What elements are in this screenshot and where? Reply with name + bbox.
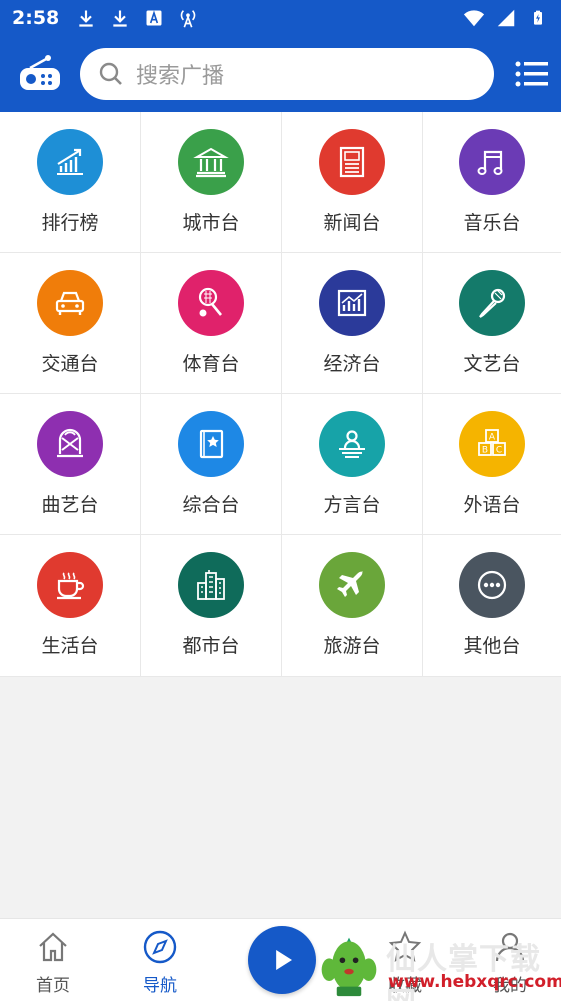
home-icon bbox=[39, 932, 67, 962]
play-icon bbox=[276, 950, 292, 970]
category-icon-circle bbox=[319, 129, 385, 195]
notification-icons bbox=[75, 7, 199, 29]
category-label: 其他台 bbox=[463, 635, 521, 657]
category-label: 旅游台 bbox=[323, 635, 381, 657]
category-label: 都市台 bbox=[182, 635, 240, 657]
radio-logo-icon[interactable] bbox=[18, 54, 62, 94]
wifi-icon bbox=[463, 7, 485, 29]
category-arts[interactable]: 文艺台 bbox=[423, 253, 561, 394]
book-star-icon bbox=[199, 429, 224, 459]
category-label: 城市台 bbox=[182, 212, 240, 234]
city-building-icon bbox=[193, 147, 229, 178]
category-opera[interactable]: 曲艺台 bbox=[0, 394, 141, 535]
status-bar: 2:58 bbox=[0, 0, 561, 36]
ranking-icon bbox=[57, 148, 83, 175]
category-label: 曲艺台 bbox=[41, 494, 99, 516]
category-icon-circle bbox=[319, 270, 385, 336]
category-label: 综合台 bbox=[182, 494, 240, 516]
svg-text:B: B bbox=[482, 446, 488, 456]
broadcast-tower-icon bbox=[177, 7, 199, 29]
play-button[interactable] bbox=[248, 926, 316, 994]
category-label: 经济台 bbox=[323, 353, 381, 375]
economy-chart-icon bbox=[337, 289, 367, 317]
category-icon-circle bbox=[459, 129, 525, 195]
cactus-logo-icon bbox=[321, 937, 377, 997]
category-sports[interactable]: 体育台 bbox=[141, 253, 282, 394]
category-label: 文艺台 bbox=[463, 353, 521, 375]
car-icon bbox=[55, 291, 85, 315]
category-icon-circle bbox=[178, 270, 244, 336]
compass-icon bbox=[143, 930, 177, 964]
category-life[interactable]: 生活台 bbox=[0, 535, 141, 677]
category-general[interactable]: 综合台 bbox=[141, 394, 282, 535]
svg-text:C: C bbox=[496, 446, 502, 456]
category-grid: 排行榜 城市台 新闻台 音乐台 交通台 体育台 经济台 文艺台 曲艺台 综合台 … bbox=[0, 112, 561, 677]
nav-navigation[interactable]: 导航 bbox=[125, 929, 195, 996]
search-input[interactable]: 搜索广播 bbox=[80, 48, 494, 100]
category-icon-circle bbox=[178, 129, 244, 195]
site-watermark: 仙人掌下载网 www.hebxqrc.com bbox=[312, 930, 561, 1001]
app-header: 搜索广播 bbox=[0, 36, 561, 112]
category-icon-circle bbox=[37, 129, 103, 195]
category-label: 方言台 bbox=[323, 494, 381, 516]
category-icon-circle bbox=[459, 270, 525, 336]
category-icon-circle bbox=[178, 552, 244, 618]
category-ranking[interactable]: 排行榜 bbox=[0, 112, 141, 253]
coffee-cup-icon bbox=[57, 572, 85, 600]
search-icon bbox=[98, 61, 124, 87]
category-label: 新闻台 bbox=[323, 212, 381, 234]
category-label: 排行榜 bbox=[41, 212, 99, 234]
status-time: 2:58 bbox=[12, 7, 60, 29]
nav-home[interactable]: 首页 bbox=[18, 929, 88, 996]
music-note-icon bbox=[477, 150, 503, 175]
category-icon-circle: ABC bbox=[459, 411, 525, 477]
category-icon-circle bbox=[178, 411, 244, 477]
category-urban[interactable]: 都市台 bbox=[141, 535, 282, 677]
skyscraper-icon bbox=[197, 570, 225, 600]
download-icon bbox=[75, 7, 97, 29]
category-travel[interactable]: 旅游台 bbox=[282, 535, 423, 677]
abc-blocks-icon: AB C bbox=[478, 429, 506, 456]
category-music[interactable]: 音乐台 bbox=[423, 112, 561, 253]
menu-list-icon[interactable] bbox=[515, 59, 549, 89]
battery-charging-icon bbox=[527, 7, 549, 29]
category-icon-circle bbox=[37, 411, 103, 477]
cellular-signal-icon bbox=[495, 7, 517, 29]
nav-navigation-label: 导航 bbox=[143, 976, 177, 996]
download-icon bbox=[109, 7, 131, 29]
category-traffic[interactable]: 交通台 bbox=[0, 253, 141, 394]
category-icon-circle bbox=[319, 552, 385, 618]
svg-text:A: A bbox=[489, 433, 496, 443]
category-icon-circle bbox=[459, 552, 525, 618]
category-icon-circle bbox=[37, 270, 103, 336]
microphone-icon bbox=[479, 288, 506, 318]
newspaper-icon bbox=[339, 146, 365, 178]
category-icon-circle bbox=[37, 552, 103, 618]
more-dots-icon bbox=[477, 570, 507, 600]
category-label: 生活台 bbox=[41, 635, 99, 657]
watermark-url: www.hebxqrc.com bbox=[388, 972, 561, 992]
category-label: 体育台 bbox=[182, 353, 240, 375]
category-icon-circle bbox=[319, 411, 385, 477]
category-dialect[interactable]: 方言台 bbox=[282, 394, 423, 535]
category-label: 外语台 bbox=[463, 494, 521, 516]
category-foreign-language[interactable]: ABC 外语台 bbox=[423, 394, 561, 535]
category-news[interactable]: 新闻台 bbox=[282, 112, 423, 253]
category-economy[interactable]: 经济台 bbox=[282, 253, 423, 394]
nav-home-label: 首页 bbox=[36, 976, 70, 996]
speaker-podium-icon bbox=[339, 430, 365, 458]
search-placeholder: 搜索广播 bbox=[136, 64, 225, 89]
airplane-icon bbox=[337, 571, 363, 597]
category-label: 交通台 bbox=[41, 353, 99, 375]
category-other[interactable]: 其他台 bbox=[423, 535, 561, 677]
racket-ball-icon bbox=[198, 287, 223, 317]
opera-mask-icon bbox=[57, 428, 83, 458]
app-a-icon bbox=[143, 7, 165, 29]
category-label: 音乐台 bbox=[463, 212, 521, 234]
system-icons bbox=[463, 7, 549, 29]
category-city[interactable]: 城市台 bbox=[141, 112, 282, 253]
